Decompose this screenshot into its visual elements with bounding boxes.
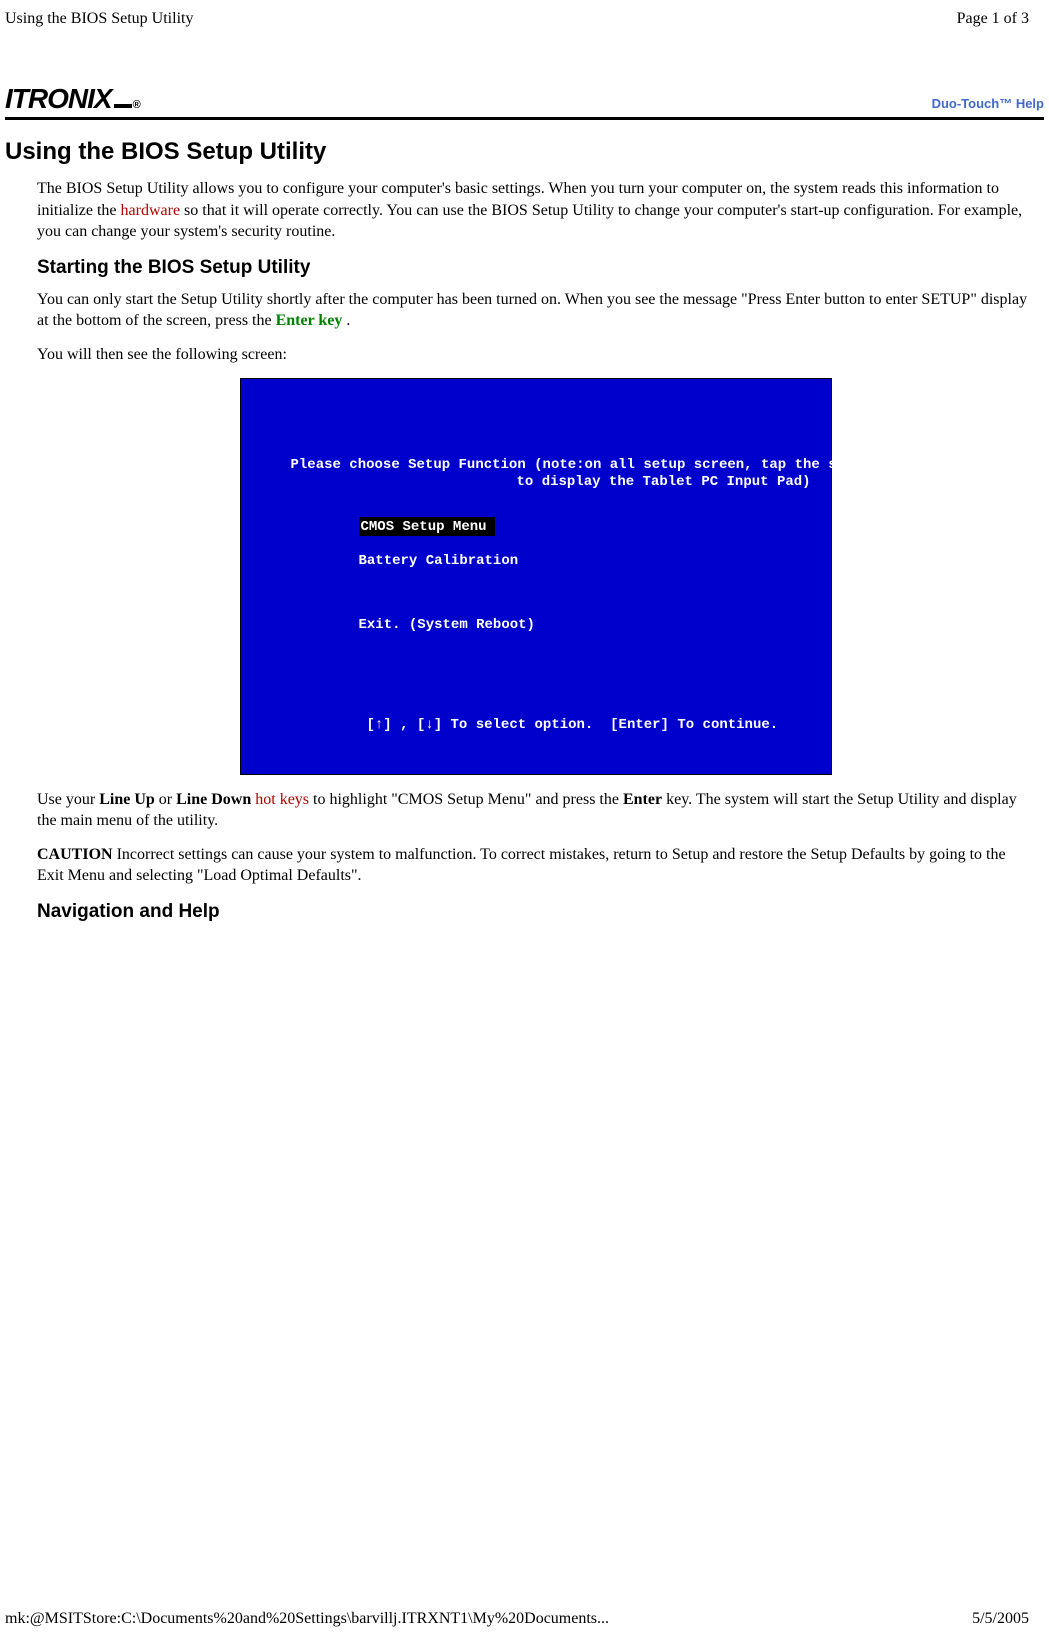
bios-option-cmos: CMOS Setup Menu <box>359 517 495 536</box>
page-header: Using the BIOS Setup Utility Page 1 of 3 <box>0 0 1049 33</box>
hot-keys-link[interactable]: hot keys <box>255 791 309 808</box>
after-bios-1b: or <box>155 791 176 808</box>
brand-dash-icon <box>114 104 132 108</box>
body-indent: The BIOS Setup Utility allows you to con… <box>37 178 1034 923</box>
after-bios-1d: to highlight "CMOS Setup Menu" and press… <box>309 791 623 808</box>
section1-paragraph2: You will then see the following screen: <box>37 344 1034 366</box>
bios-screenshot-wrap: Please choose Setup Function (note:on al… <box>37 378 1034 775</box>
content-area: ITRONIX ® Duo-Touch™ Help Using the BIOS … <box>0 83 1049 923</box>
enter-bold: Enter <box>623 791 662 808</box>
line-down-bold: Line Down <box>176 791 251 808</box>
bios-option-battery: Battery Calibration <box>359 553 519 569</box>
page-indicator: Page 1 of 3 <box>957 10 1029 28</box>
intro-paragraph: The BIOS Setup Utility allows you to con… <box>37 178 1034 243</box>
brand-logo: ITRONIX ® <box>5 83 140 115</box>
bios-prompt-line1: Please choose Setup Function (note:on al… <box>291 457 879 473</box>
section1-paragraph1: You can only start the Setup Utility sho… <box>37 289 1034 332</box>
brand-registered-icon: ® <box>133 99 140 111</box>
bios-option-exit: Exit. (System Reboot) <box>359 617 535 633</box>
intro-text-1b: so that it will operate correctly. You c… <box>37 202 1022 241</box>
brand-name: ITRONIX <box>5 83 112 115</box>
bios-screenshot: Please choose Setup Function (note:on al… <box>240 378 832 775</box>
bios-prompt-line2: to display the Tablet PC Input Pad) <box>517 474 811 490</box>
hardware-link[interactable]: hardware <box>121 202 181 219</box>
caution-text: Incorrect settings can cause your system… <box>37 846 1006 885</box>
section1-title: Starting the BIOS Setup Utility <box>37 257 1034 279</box>
section1-text-1a: You can only start the Setup Utility sho… <box>37 291 1027 330</box>
brand-row: ITRONIX ® Duo-Touch™ Help <box>5 83 1044 120</box>
section1-text-1b: . <box>342 312 350 329</box>
header-title: Using the BIOS Setup Utility <box>5 10 193 28</box>
line-up-bold: Line Up <box>99 791 155 808</box>
main-title: Using the BIOS Setup Utility <box>5 138 1044 166</box>
after-bios-1a: Use your <box>37 791 99 808</box>
enter-key-link[interactable]: Enter key <box>276 312 343 329</box>
bios-footer-hint: [↑] , [↓] To select option. [Enter] To c… <box>367 717 779 733</box>
after-bios-paragraph: Use your Line Up or Line Down hot keys t… <box>37 789 1034 832</box>
section2-title: Navigation and Help <box>37 901 1034 923</box>
caution-paragraph: CAUTION Incorrect settings can cause you… <box>37 844 1034 887</box>
caution-label: CAUTION <box>37 846 113 863</box>
help-label[interactable]: Duo-Touch™ Help <box>932 96 1044 115</box>
footer-path: mk:@MSITStore:C:\Documents%20and%20Setti… <box>5 1610 609 1628</box>
footer-date: 5/5/2005 <box>972 1610 1029 1628</box>
page-footer: mk:@MSITStore:C:\Documents%20and%20Setti… <box>0 1600 1049 1643</box>
